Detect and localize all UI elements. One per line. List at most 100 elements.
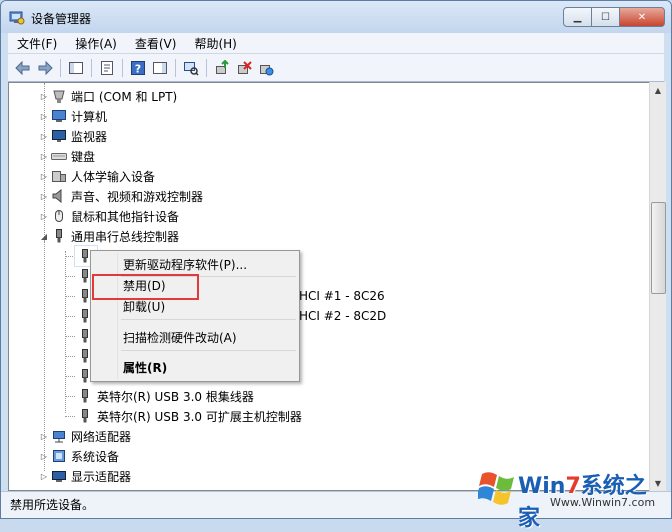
update-driver-toolbar-button[interactable]: [212, 58, 232, 78]
svg-text:?: ?: [135, 62, 141, 75]
tree-item-label: 计算机: [71, 109, 108, 124]
maximize-icon: ☐: [601, 11, 610, 23]
close-icon: ✕: [637, 11, 647, 23]
maximize-button[interactable]: ☐: [591, 7, 620, 27]
scroll-thumb[interactable]: [651, 202, 666, 294]
enable-device-icon: [260, 64, 274, 75]
tree-item-ports[interactable]: ▷ 端口 (COM 和 LPT): [39, 86, 177, 106]
expand-icon[interactable]: ▷: [39, 192, 49, 201]
tree-item-label: 声音、视频和游戏控制器: [71, 189, 204, 204]
tree-item-label: 系统设备: [71, 449, 120, 464]
tree-item-hid[interactable]: ▷ 人体学输入设备: [39, 166, 155, 186]
scroll-up-arrow-icon[interactable]: ▲: [650, 82, 666, 98]
menu-action[interactable]: 操作(A): [66, 35, 126, 52]
back-arrow-icon: [15, 60, 30, 75]
expand-icon[interactable]: ▷: [39, 152, 49, 161]
usb-device-icon: [82, 409, 88, 423]
port-icon: [53, 90, 65, 103]
update-driver-icon: [216, 59, 229, 74]
keyboard-icon: [51, 153, 67, 160]
scan-hardware-toolbar-button[interactable]: [181, 58, 201, 78]
hid-icon: [52, 171, 66, 182]
highlight-box: [92, 274, 199, 300]
menu-bar: 文件(F) 操作(A) 查看(V) 帮助(H): [8, 33, 664, 54]
expand-icon[interactable]: ▷: [39, 432, 49, 441]
tree-item-system[interactable]: ▷ 系统设备: [39, 446, 119, 466]
usb-device-label: 英特尔(R) USB 3.0 可扩展主机控制器: [97, 409, 302, 424]
system-icon: [53, 450, 65, 462]
back-button[interactable]: [13, 58, 33, 78]
menu-properties[interactable]: 属性(R): [123, 357, 167, 377]
tree-item-label: 监视器: [71, 129, 108, 144]
enable-device-toolbar-button[interactable]: [256, 58, 276, 78]
tree-item-label: 端口 (COM 和 LPT): [71, 89, 178, 104]
mouse-icon: [55, 210, 63, 222]
action-pane-button[interactable]: [150, 58, 170, 78]
disable-device-icon: [238, 60, 252, 74]
usb-device-label: 英特尔(R) USB 3.0 根集线器: [97, 389, 254, 404]
windows-logo-icon: [478, 472, 514, 505]
title-bar[interactable]: 设备管理器 ▁ ☐ ✕: [1, 1, 671, 33]
tree-item-label: 网络适配器: [71, 429, 132, 444]
scan-hardware-icon: [184, 61, 199, 76]
tree-item-keyboards[interactable]: ▷ 键盘: [39, 146, 95, 166]
forward-button[interactable]: [35, 58, 55, 78]
tree-item-monitors[interactable]: ▷ 监视器: [39, 126, 107, 146]
minimize-icon: ▁: [573, 11, 582, 23]
collapse-icon[interactable]: ◢: [39, 232, 49, 241]
monitor-icon: [52, 130, 66, 142]
watermark-url: Www.Winwin7.com: [550, 496, 656, 509]
expand-icon[interactable]: ▷: [39, 92, 49, 101]
expand-icon[interactable]: ▷: [39, 132, 49, 141]
watermark: Win7系统之家 Www.Winwin7.com: [478, 458, 668, 531]
device-manager-icon: [9, 11, 25, 25]
minimize-button[interactable]: ▁: [563, 7, 592, 27]
computer-icon: [52, 110, 66, 122]
tree-item-usb-controllers[interactable]: ◢ 通用串行总线控制器: [39, 226, 179, 246]
help-toolbar-button[interactable]: ?: [128, 58, 148, 78]
show-hide-tree-button[interactable]: [66, 58, 86, 78]
window-title: 设备管理器: [31, 12, 92, 26]
usb-device-label: HCI #2 - 8C2D: [299, 309, 387, 323]
properties-toolbar-button[interactable]: [97, 58, 117, 78]
menu-help[interactable]: 帮助(H): [185, 35, 245, 52]
properties-icon: [101, 60, 113, 75]
menu-update-driver[interactable]: 更新驱动程序软件(P)...: [123, 254, 247, 274]
menu-scan-hardware[interactable]: 扫描检测硬件改动(A): [123, 327, 237, 347]
usb-device-label: HCI #1 - 8C26: [299, 289, 385, 303]
tree-item-label: 人体学输入设备: [71, 169, 156, 184]
display-adapter-icon: [52, 471, 66, 482]
action-pane-icon: [153, 61, 167, 74]
toolbar: ?: [8, 54, 664, 82]
tree-item-label: 鼠标和其他指针设备: [71, 209, 180, 224]
console-tree-icon: [69, 61, 83, 74]
tree-item-computer[interactable]: ▷ 计算机: [39, 106, 107, 126]
usb-icon: [56, 229, 62, 243]
usb-device-root-hub[interactable]: 英特尔(R) USB 3.0 根集线器: [75, 386, 254, 406]
close-button[interactable]: ✕: [619, 7, 665, 27]
menu-view[interactable]: 查看(V): [126, 35, 186, 52]
vertical-scrollbar[interactable]: ▲ ▼: [649, 82, 666, 491]
menu-file[interactable]: 文件(F): [8, 35, 66, 52]
tree-item-label: 键盘: [71, 149, 96, 164]
expand-icon[interactable]: ▷: [39, 112, 49, 121]
usb-device-icon: [82, 389, 88, 403]
usb-device-xhci[interactable]: 英特尔(R) USB 3.0 可扩展主机控制器: [75, 406, 302, 426]
speaker-icon: [52, 188, 62, 204]
tree-item-label: 显示适配器: [71, 469, 132, 484]
expand-icon[interactable]: ▷: [39, 452, 49, 461]
tree-item-label: 通用串行总线控制器: [71, 229, 180, 244]
expand-icon[interactable]: ▷: [39, 212, 49, 221]
expand-icon[interactable]: ▷: [39, 172, 49, 181]
tree-item-sound[interactable]: ▷ 声音、视频和游戏控制器: [39, 186, 203, 206]
status-text: 禁用所选设备。: [10, 498, 95, 512]
tree-item-network[interactable]: ▷ 网络适配器: [39, 426, 131, 446]
disable-device-toolbar-button[interactable]: [234, 58, 254, 78]
tree-item-display-adapters[interactable]: ▷ 显示适配器: [39, 466, 131, 486]
help-icon: ?: [131, 60, 145, 75]
expand-icon[interactable]: ▷: [39, 472, 49, 481]
context-menu: 更新驱动程序软件(P)... 禁用(D) 卸载(U) 扫描检测硬件改动(A) 属…: [90, 250, 300, 382]
tree-item-mice[interactable]: ▷ 鼠标和其他指针设备: [39, 206, 179, 226]
forward-arrow-icon: [38, 60, 53, 75]
network-icon: [53, 431, 65, 443]
